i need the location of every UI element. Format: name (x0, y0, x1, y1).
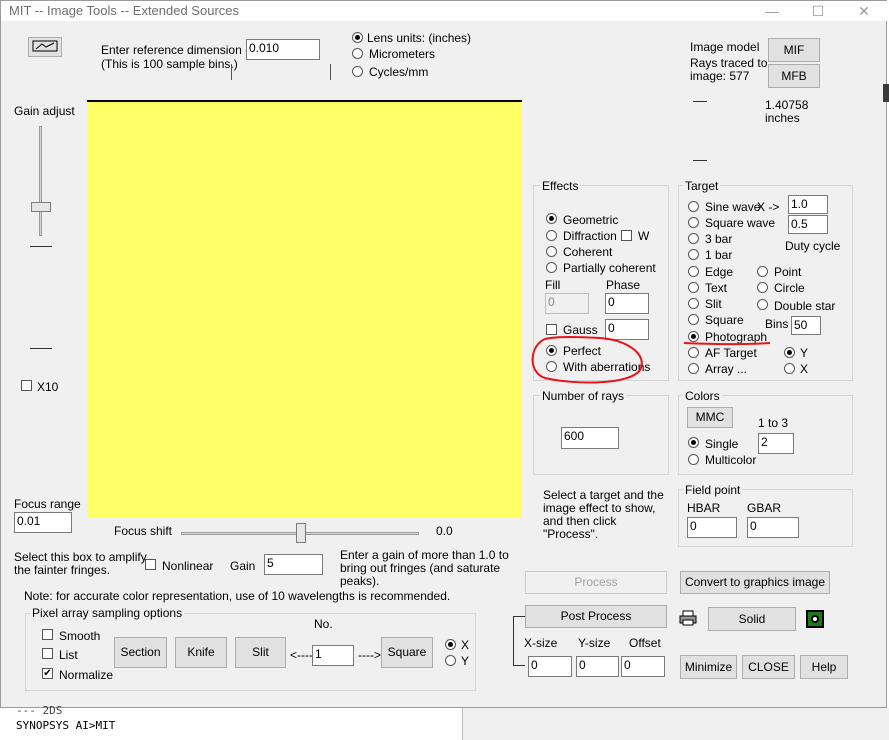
annotation-underline (683, 342, 771, 346)
background-panel (463, 708, 889, 740)
annotation-overlay (531, 336, 771, 384)
console-line-1: --- 2DS (16, 704, 63, 717)
annotation-circle (531, 336, 643, 384)
console-line-2: SYNOPSYS AI>MIT (16, 719, 116, 732)
background-scroll-marker (883, 84, 889, 102)
